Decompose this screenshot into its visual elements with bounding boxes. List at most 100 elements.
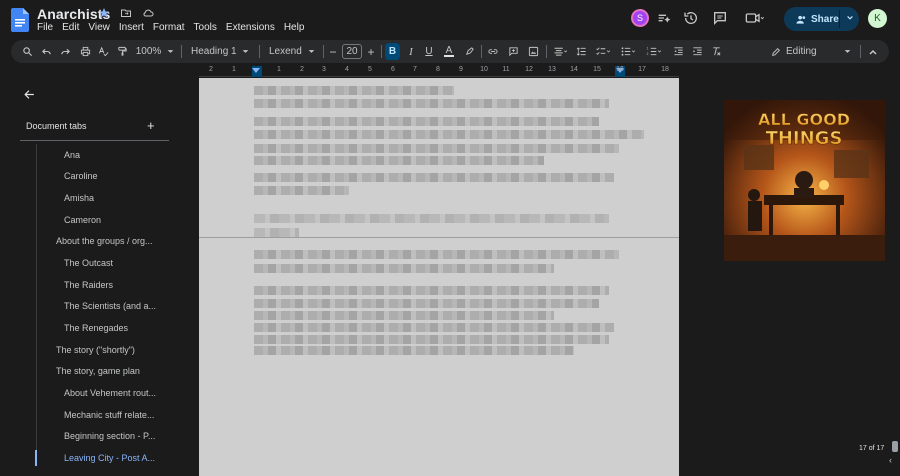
decrease-indent-icon[interactable] [671, 43, 685, 60]
menu-help[interactable]: Help [284, 22, 305, 33]
paint-format-icon[interactable] [115, 43, 129, 60]
back-arrow-icon[interactable] [23, 88, 36, 101]
tab-item-active[interactable]: Leaving City - Post A... [64, 453, 155, 463]
active-tab-indicator [35, 450, 37, 466]
zoom-value: 100% [135, 46, 162, 57]
tab-item[interactable]: The Raiders [64, 280, 113, 290]
text-color-button[interactable]: A [442, 43, 456, 60]
zoom-select[interactable]: 100% [135, 43, 175, 60]
tab-item[interactable]: The story ("shortly") [56, 345, 135, 355]
document-tabs-sidebar: Document tabs + Ana Caroline Amisha Came… [0, 80, 199, 476]
folder-move-icon[interactable] [119, 6, 133, 20]
tab-item[interactable]: Cameron [64, 215, 101, 225]
blurred-text [254, 346, 574, 355]
ruler-label: 15 [593, 66, 601, 73]
sidebar-divider [20, 140, 169, 141]
chevron-down-icon [308, 50, 315, 53]
tab-item[interactable]: Caroline [64, 171, 98, 181]
left-indent-marker[interactable] [252, 68, 260, 73]
redo-icon[interactable] [58, 43, 72, 60]
tab-item[interactable]: Mechanic stuff relate... [64, 410, 154, 420]
collaborator-avatar[interactable]: S [631, 9, 649, 27]
font-select[interactable]: Lexend [265, 43, 319, 60]
checklist-icon[interactable] [593, 43, 613, 60]
docs-logo-icon[interactable] [11, 8, 29, 32]
numbered-list-icon[interactable]: 12 [644, 43, 664, 60]
share-label: Share [811, 13, 839, 25]
tab-item[interactable]: The Scientists (and a... [64, 301, 156, 311]
comments-icon[interactable] [711, 9, 729, 27]
menu-file[interactable]: File [37, 22, 53, 33]
tab-item[interactable]: About Vehement rout... [64, 388, 156, 398]
underline-button[interactable]: U [422, 43, 436, 60]
undo-icon[interactable] [39, 43, 53, 60]
star-icon[interactable] [97, 6, 111, 20]
horizontal-ruler[interactable]: 2 1 1 2 3 4 5 6 7 8 9 10 11 12 13 14 15 … [199, 66, 679, 77]
text-color-swatch [444, 55, 454, 57]
gemini-sparkle-icon[interactable] [655, 9, 673, 27]
chevron-left-icon[interactable]: ‹ [889, 455, 892, 465]
align-icon[interactable] [551, 43, 569, 60]
toolbar-separator [546, 45, 547, 58]
increase-font-size-button[interactable]: + [365, 43, 377, 60]
ruler-label: 13 [548, 66, 556, 73]
menu-insert[interactable]: Insert [119, 22, 144, 33]
document-page[interactable] [199, 78, 679, 476]
version-history-icon[interactable] [682, 9, 700, 27]
menu-extensions[interactable]: Extensions [226, 22, 275, 33]
italic-button[interactable]: I [404, 43, 418, 60]
ruler-label: 5 [368, 66, 372, 73]
insert-image-icon[interactable] [526, 43, 540, 60]
spellcheck-icon[interactable] [96, 43, 110, 60]
ruler-label: 3 [322, 66, 326, 73]
menu-bar: File Edit View Insert Format Tools Exten… [37, 22, 304, 33]
toolbar-separator [381, 45, 382, 58]
cloud-saved-icon[interactable] [141, 6, 155, 20]
share-divider [839, 10, 840, 28]
tab-item[interactable]: About the groups / org... [56, 236, 153, 246]
search-menus-icon[interactable] [20, 43, 34, 60]
decrease-font-size-button[interactable]: − [327, 43, 339, 60]
highlight-pen-icon[interactable] [462, 43, 476, 60]
add-comment-icon[interactable] [506, 43, 520, 60]
bulleted-list-icon[interactable] [618, 43, 638, 60]
paragraph-style-select[interactable]: Heading 1 [187, 43, 253, 60]
menu-edit[interactable]: Edit [62, 22, 79, 33]
print-icon[interactable] [78, 43, 92, 60]
scrollbar-thumb[interactable] [892, 441, 898, 452]
font-size-input[interactable]: 20 [342, 44, 362, 59]
blurred-text [254, 264, 554, 273]
tab-item[interactable]: The story, game plan [56, 366, 140, 376]
line-spacing-icon[interactable] [574, 43, 588, 60]
album-cover-image[interactable]: ALL GOOD THINGS [724, 100, 885, 261]
add-tab-button[interactable]: + [147, 118, 155, 133]
menu-tools[interactable]: Tools [194, 22, 217, 33]
user-avatar[interactable]: K [868, 9, 887, 28]
menu-format[interactable]: Format [153, 22, 185, 33]
blurred-text [254, 144, 619, 153]
bold-button[interactable]: B [385, 43, 400, 60]
blurred-text [254, 323, 614, 332]
tab-item[interactable]: Amisha [64, 193, 94, 203]
clear-formatting-icon[interactable] [709, 43, 723, 60]
tab-item[interactable]: Ana [64, 150, 80, 160]
tab-item[interactable]: Beginning section - P... [64, 431, 155, 441]
editing-mode-select[interactable]: Editing [771, 43, 851, 60]
ruler-label: 14 [570, 66, 578, 73]
menu-view[interactable]: View [88, 22, 110, 33]
text-color-icon: A [445, 45, 453, 56]
blurred-text [254, 173, 614, 182]
blurred-text [254, 186, 349, 195]
increase-indent-icon[interactable] [690, 43, 704, 60]
formatting-toolbar: 100% Heading 1 Lexend − 20 + B I U A 1 2… [11, 40, 889, 63]
ruler-label: 7 [413, 66, 417, 73]
meet-video-icon[interactable] [743, 9, 767, 27]
tab-item[interactable]: The Outcast [64, 258, 113, 268]
chevron-down-icon[interactable] [846, 14, 854, 22]
share-button[interactable]: Share [784, 7, 859, 31]
tab-item[interactable]: The Renegades [64, 323, 128, 333]
insert-link-icon[interactable] [486, 43, 500, 60]
chevron-up-icon[interactable] [866, 43, 880, 60]
ruler-label: 6 [391, 66, 395, 73]
chevron-down-icon [242, 50, 249, 53]
